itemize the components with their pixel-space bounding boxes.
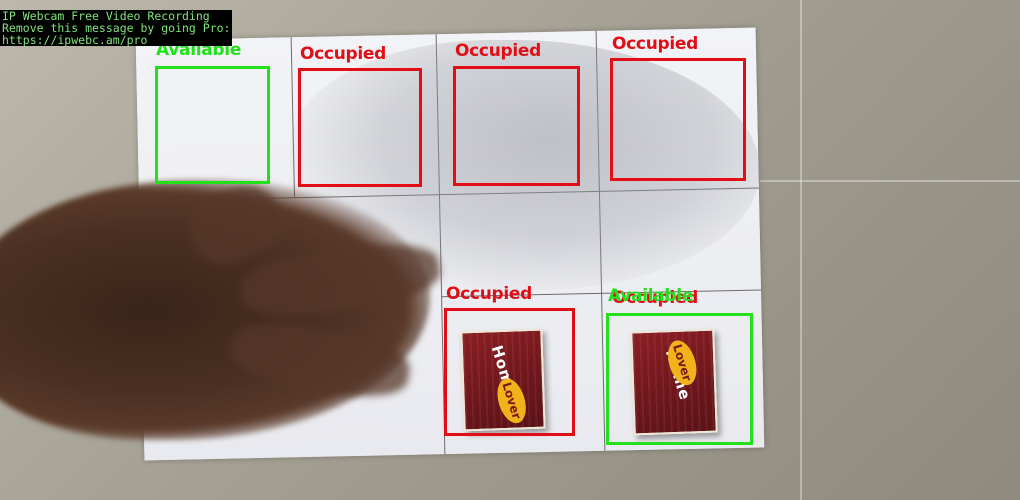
watermark-line-3: https://ipwebc.am/pro [2, 33, 148, 47]
floor-tile-seam [800, 0, 802, 500]
slot-1-box [155, 66, 270, 184]
ipwebcam-watermark: IP Webcam Free Video Recording Remove th… [0, 10, 233, 47]
slot-2-label: Occupied [300, 44, 387, 64]
slot-4-box [610, 58, 746, 181]
slot-6-label: Available [608, 286, 694, 306]
slot-6-box [606, 313, 753, 445]
slot-3-label: Occupied [455, 41, 542, 61]
slot-3-box [453, 66, 580, 186]
slot-4-label: Occupied [612, 34, 699, 54]
slot-2-box [298, 68, 422, 187]
floor-tile-seam [760, 180, 1020, 182]
slot-5-box [444, 308, 575, 436]
slot-5-label: Occupied [446, 284, 533, 304]
